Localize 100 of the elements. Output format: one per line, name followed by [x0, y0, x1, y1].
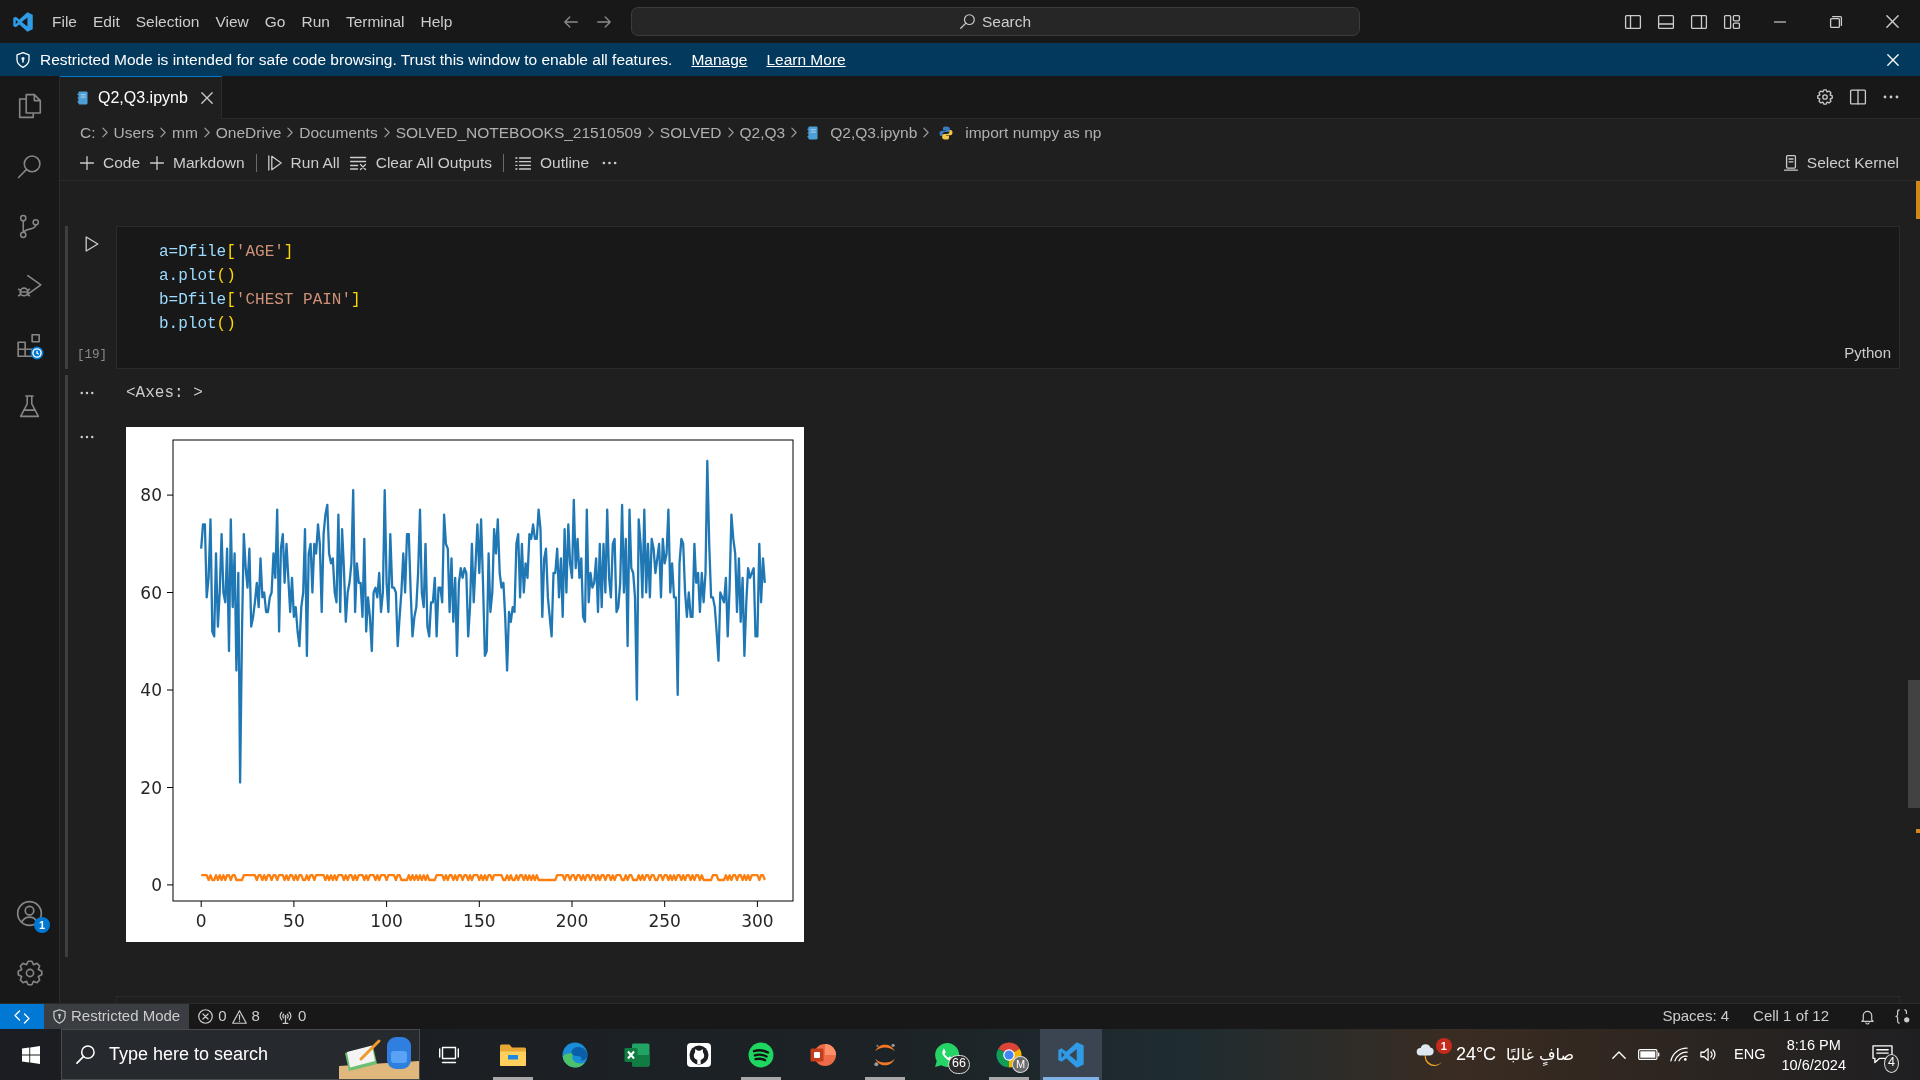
breadcrumb-item[interactable]: Q2,Q3: [739, 122, 786, 143]
code-line: a=Dfile['AGE']: [159, 242, 295, 263]
axis-tick-label: 250: [648, 911, 681, 931]
forward-arrow-icon[interactable]: [597, 15, 611, 28]
layout-grid-icon[interactable]: [1723, 14, 1740, 29]
extensions-clock-icon[interactable]: [15, 332, 44, 360]
shield-icon: [53, 1009, 66, 1024]
more-icon[interactable]: [80, 391, 94, 395]
remote-button[interactable]: [0, 1004, 44, 1029]
more-icon[interactable]: [1883, 95, 1899, 99]
clock-button[interactable]: 8:16 PM 10/6/2024: [1775, 1034, 1852, 1075]
menu-item[interactable]: Help: [412, 8, 461, 35]
settings-icon[interactable]: [1817, 89, 1833, 105]
search-icon[interactable]: [17, 153, 42, 179]
notifications-icon[interactable]: [1871, 1045, 1893, 1064]
menu-item[interactable]: Terminal: [337, 8, 413, 35]
braces-icon[interactable]: [1894, 1009, 1910, 1024]
clear-outputs-icon: [349, 156, 367, 170]
browser-icon: [562, 1041, 588, 1068]
files-icon[interactable]: [16, 93, 43, 119]
chevron-up-icon[interactable]: [1612, 1050, 1627, 1059]
sound-waves-icon: [748, 1041, 774, 1068]
settings-icon[interactable]: [16, 960, 43, 986]
axis-tick-label: 50: [283, 911, 305, 931]
wifi-icon[interactable]: [1670, 1047, 1689, 1062]
code-editor[interactable]: a=Dfile['AGE'] a.plot() b=Dfile['CHEST PAIN'] b.plot() Python: [116, 226, 1900, 369]
remote-icon: [14, 1009, 30, 1024]
indentation-button[interactable]: Spaces: 4: [1653, 1004, 1739, 1029]
more-icon[interactable]: [80, 435, 94, 439]
chevron-icon: [647, 127, 654, 138]
cell-position-button[interactable]: Cell 1 of 12: [1744, 1004, 1838, 1029]
panel-toggle-icon[interactable]: [1657, 14, 1674, 29]
menu-item[interactable]: Edit: [85, 8, 128, 35]
flask-icon[interactable]: [17, 393, 42, 419]
problems-button[interactable]: 0 8: [189, 1004, 269, 1029]
sidebar-toggle-icon[interactable]: [1624, 14, 1641, 29]
toolbar-button[interactable]: Markdown: [145, 151, 250, 175]
kernel-icon: [1783, 155, 1798, 171]
task-view-icon[interactable]: [439, 1045, 459, 1064]
menu-item[interactable]: Go: [256, 8, 294, 35]
restore-icon[interactable]: [1830, 15, 1842, 28]
ports-button[interactable]: 0: [268, 1004, 316, 1029]
banner-message: Restricted Mode is intended for safe code browsing. Trust this window to enable all features.: [40, 49, 673, 70]
command-center-search[interactable]: Search: [631, 7, 1360, 36]
close-icon[interactable]: [201, 92, 213, 104]
speaker-icon[interactable]: [1700, 1047, 1719, 1062]
breadcrumb-item[interactable]: OneDrive: [215, 122, 282, 143]
editor-tab[interactable]: Q2,Q3.ipynb: [60, 76, 222, 119]
axis-tick-label: 0: [151, 874, 162, 895]
toolbar-button[interactable]: Outline: [510, 151, 595, 175]
error-icon: [198, 1009, 214, 1024]
run-icon[interactable]: [85, 236, 99, 252]
banner-link[interactable]: Learn More: [766, 49, 846, 70]
menu-item[interactable]: Run: [293, 8, 338, 35]
select-kernel-button[interactable]: Select Kernel: [1778, 151, 1904, 175]
axis-tick-label: 0: [195, 911, 207, 931]
chevron-icon: [791, 127, 798, 138]
chevron-icon: [160, 127, 166, 138]
breadcrumb-item[interactable]: SOLVED_NOTEBOOKS_21510509: [395, 122, 642, 143]
banner-link[interactable]: Manage: [691, 49, 748, 70]
toolbar-button[interactable]: Clear All Outputs: [344, 151, 497, 175]
account-icon[interactable]: [16, 899, 43, 927]
split-editor-icon[interactable]: [1850, 89, 1866, 105]
source-branch-icon[interactable]: [17, 213, 42, 239]
axis-tick-label: 40: [140, 680, 162, 700]
tab-label: Q2,Q3.ipynb: [98, 88, 189, 108]
antenna-icon: [277, 1009, 293, 1024]
bell-icon[interactable]: [1859, 1009, 1875, 1024]
secondary-sidebar-icon[interactable]: [1690, 14, 1707, 29]
toolbar-button[interactable]: Run All: [262, 151, 345, 175]
more-icon[interactable]: [602, 161, 618, 165]
play-bug-icon[interactable]: [16, 273, 43, 299]
output-text: <Axes: >: [126, 383, 203, 403]
breadcrumb-item[interactable]: import numpy as np: [965, 122, 1102, 143]
breadcrumb-item[interactable]: mm: [172, 122, 198, 143]
restricted-mode-button[interactable]: Restricted Mode: [44, 1004, 190, 1029]
count-badge: 4: [1884, 1054, 1899, 1073]
count-badge: 66: [948, 1055, 970, 1074]
code-line: b.plot(): [159, 314, 237, 335]
menu-item[interactable]: File: [44, 8, 85, 35]
close-icon[interactable]: [1885, 15, 1899, 28]
axis-tick-label: 80: [140, 485, 162, 506]
menu-item[interactable]: View: [207, 8, 257, 35]
breadcrumb-item[interactable]: Users: [113, 122, 154, 143]
breadcrumb-item[interactable]: SOLVED: [659, 122, 722, 143]
breadcrumb-item[interactable]: Documents: [299, 122, 378, 143]
scrollbar-thumb[interactable]: [1908, 680, 1920, 808]
minimize-icon[interactable]: [1774, 20, 1786, 23]
language-button[interactable]: ENG: [1724, 1045, 1776, 1064]
back-arrow-icon[interactable]: [564, 15, 578, 28]
menu-item[interactable]: Selection: [127, 8, 208, 35]
breadcrumb-item[interactable]: Q2,Q3.ipynb: [830, 122, 918, 143]
battery-icon[interactable]: [1638, 1049, 1661, 1060]
search-icon: [76, 1045, 95, 1064]
chevron-icon: [287, 127, 294, 138]
cell-language-label[interactable]: Python: [1844, 344, 1891, 362]
chevron-icon: [101, 127, 108, 138]
toolbar-button[interactable]: Code: [75, 151, 146, 175]
taskbar-app-button[interactable]: 66: [916, 1029, 978, 1080]
breadcrumb-item[interactable]: C:: [80, 122, 96, 143]
